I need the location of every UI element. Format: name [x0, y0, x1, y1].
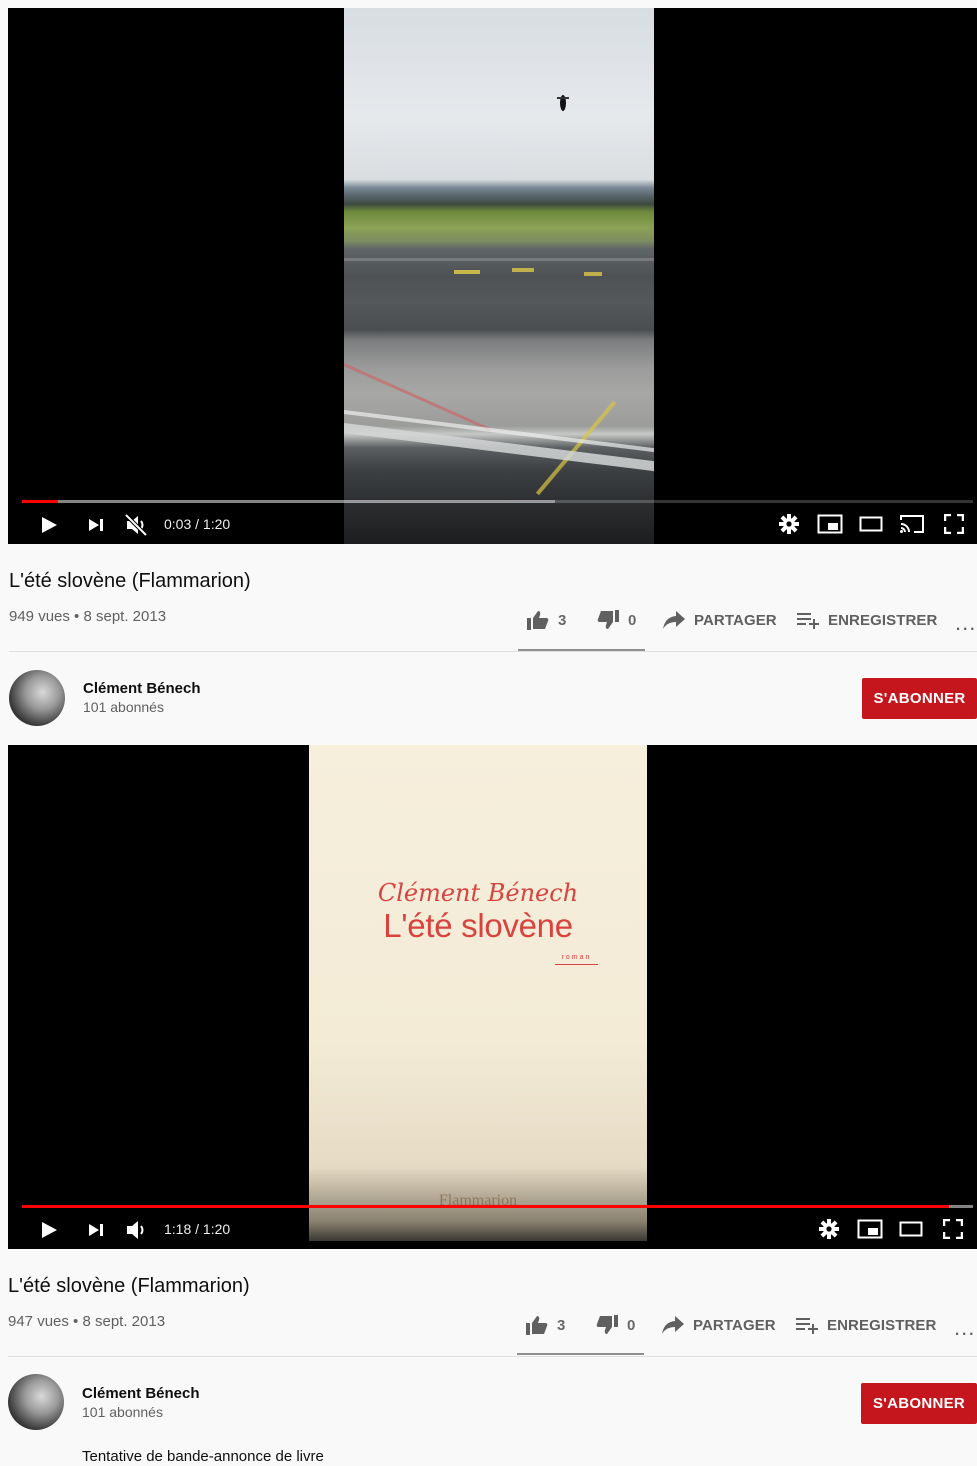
mute-button[interactable]	[124, 513, 150, 537]
play-button[interactable]	[39, 515, 59, 535]
runway-line	[344, 258, 654, 261]
miniplayer-button[interactable]	[857, 1219, 883, 1239]
fullscreen-icon	[944, 514, 964, 534]
runway-marking	[584, 272, 602, 276]
next-button[interactable]	[87, 1221, 105, 1239]
miniplayer-button[interactable]	[817, 514, 843, 534]
book-cover: Clément Bénech L'été slovène roman Flamm…	[309, 745, 647, 1241]
runway-marking	[454, 270, 480, 274]
settings-icon	[819, 1219, 839, 1239]
buffered-bar	[22, 500, 555, 503]
settings-icon	[779, 514, 799, 534]
view-count-date: 949 vues • 8 sept. 2013	[9, 608, 167, 625]
subscriber-count: 101 abonnés	[83, 699, 164, 715]
like-count: 3	[558, 611, 567, 629]
save-playlist-icon	[796, 1318, 818, 1334]
dislike-icon	[597, 610, 619, 629]
view-count-date: 947 vues • 8 sept. 2013	[8, 1313, 166, 1330]
like-button[interactable]: 3	[526, 1315, 565, 1335]
miniplayer-icon	[817, 514, 843, 534]
cover-title: L'été slovène	[383, 907, 573, 944]
cover-rule	[555, 964, 598, 965]
cast-button[interactable]	[899, 513, 925, 535]
divider	[9, 651, 977, 652]
share-icon	[662, 1316, 684, 1334]
video-title: L'été slovène (Flammarion)	[9, 570, 251, 592]
save-label: ENREGISTRER	[828, 611, 938, 629]
cover-author: Clément Bénech	[377, 879, 579, 907]
like-ratio-bar	[517, 1353, 644, 1355]
video-title: L'été slovène (Flammarion)	[8, 1275, 250, 1297]
theater-mode-button[interactable]	[859, 516, 883, 532]
played-bar	[22, 1205, 950, 1208]
save-button[interactable]: ENREGISTRER	[797, 611, 937, 629]
share-button[interactable]: PARTAGER	[662, 1316, 776, 1334]
fullscreen-button[interactable]	[943, 1219, 963, 1239]
share-label: PARTAGER	[694, 611, 777, 629]
runway-marking	[512, 268, 534, 272]
dislike-button[interactable]: 0	[596, 1315, 635, 1335]
theater-icon	[859, 516, 883, 532]
time-display: 0:03 / 1:20	[164, 516, 231, 532]
fullscreen-button[interactable]	[944, 514, 964, 534]
save-label: ENREGISTRER	[827, 1316, 937, 1334]
subscribe-button[interactable]: S'ABONNER	[861, 1383, 977, 1424]
channel-avatar[interactable]	[8, 1374, 64, 1430]
time-display: 1:18 / 1:20	[164, 1221, 231, 1237]
settings-button[interactable]	[778, 513, 800, 535]
progress-bar[interactable]	[22, 1205, 973, 1208]
channel-avatar[interactable]	[9, 670, 65, 726]
play-button[interactable]	[39, 1220, 59, 1240]
miniplayer-icon	[857, 1219, 883, 1239]
theater-icon	[899, 1221, 923, 1237]
play-icon	[42, 1222, 57, 1238]
like-count: 3	[557, 1316, 566, 1334]
insect-silhouette	[557, 95, 569, 111]
dislike-button[interactable]: 0	[597, 610, 636, 630]
play-icon	[42, 517, 57, 533]
channel-name[interactable]: Clément Bénech	[83, 680, 201, 698]
next-icon	[89, 519, 103, 531]
settings-button[interactable]	[818, 1218, 840, 1240]
divider	[8, 1356, 977, 1357]
dislike-icon	[596, 1315, 618, 1334]
volume-button[interactable]	[124, 1218, 150, 1242]
more-actions-button[interactable]: ...	[954, 1317, 975, 1339]
like-icon	[526, 1316, 548, 1335]
cover-genre: roman	[561, 954, 592, 961]
played-bar	[22, 500, 58, 503]
dislike-count: 0	[627, 1316, 636, 1334]
save-button[interactable]: ENREGISTRER	[796, 1316, 936, 1334]
video-frame-runway	[344, 8, 654, 544]
channel-name[interactable]: Clément Bénech	[82, 1385, 200, 1403]
cast-icon	[900, 515, 924, 533]
subscribe-button[interactable]: S'ABONNER	[862, 678, 977, 719]
next-icon	[89, 1224, 103, 1236]
volume-muted-icon	[124, 513, 148, 537]
share-icon	[663, 611, 685, 629]
subscriber-count: 101 abonnés	[82, 1404, 163, 1420]
video-player[interactable]: 0:03 / 1:20	[8, 8, 977, 544]
video-player[interactable]: Clément Bénech L'été slovène roman Flamm…	[8, 745, 977, 1249]
more-actions-button[interactable]: ...	[955, 612, 976, 634]
theater-mode-button[interactable]	[899, 1221, 923, 1237]
like-button[interactable]: 3	[527, 610, 566, 630]
save-playlist-icon	[797, 613, 819, 629]
video-description: Tentative de bande-annonce de livre	[82, 1448, 324, 1465]
next-button[interactable]	[87, 516, 105, 534]
fullscreen-icon	[943, 1219, 963, 1239]
volume-icon	[127, 1221, 144, 1239]
dislike-count: 0	[628, 611, 637, 629]
share-button[interactable]: PARTAGER	[663, 611, 777, 629]
like-icon	[527, 611, 549, 630]
share-label: PARTAGER	[693, 1316, 776, 1334]
progress-bar[interactable]	[22, 500, 973, 503]
